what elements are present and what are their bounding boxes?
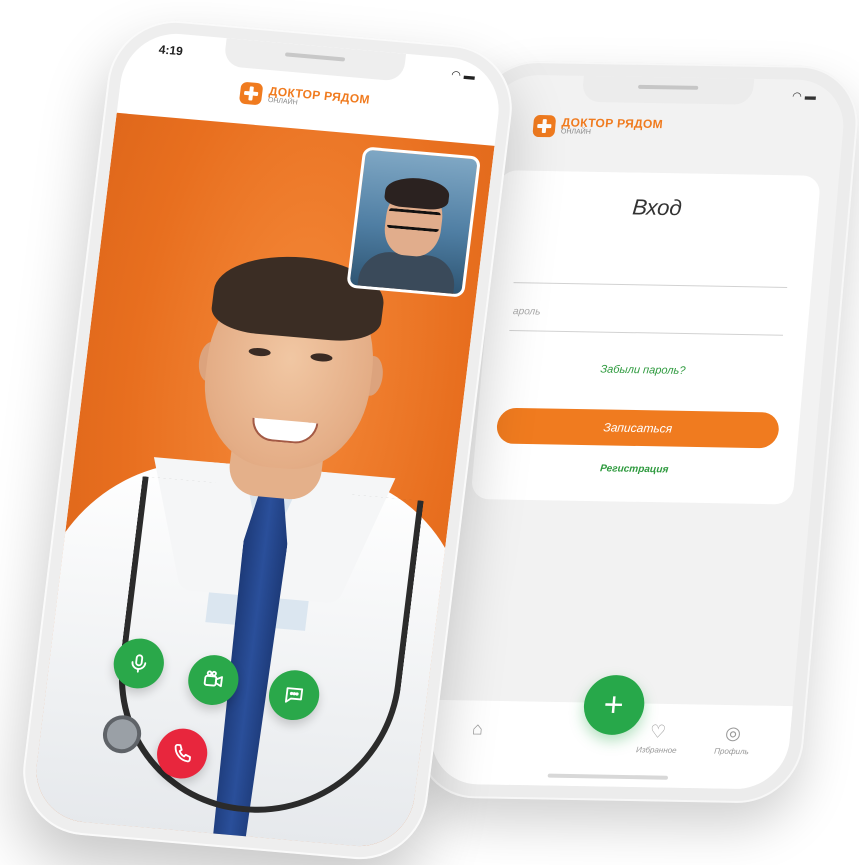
register-link[interactable]: Регистрация — [473, 461, 796, 478]
home-indicator — [547, 773, 668, 780]
password-field[interactable] — [509, 329, 784, 336]
wifi-icon: ◠ — [450, 68, 462, 82]
app-logo: ДОКТОР РЯДОМ ОНЛАЙН — [532, 114, 664, 139]
mockup-stage: ◠ ▬ ДОКТОР РЯДОМ ОНЛАЙН Вход ароль Забыл… — [0, 0, 859, 865]
battery-icon: ▬ — [463, 70, 476, 83]
profile-icon: ◎ — [724, 722, 742, 744]
home-icon: ⌂ — [471, 718, 484, 739]
notch — [222, 38, 406, 82]
login-field[interactable] — [513, 282, 788, 288]
speaker — [637, 84, 698, 90]
tab-bar: + ⌂ ♡ Избранное ◎ Профиль — [427, 674, 793, 790]
signup-button-label: Записаться — [602, 420, 673, 436]
cross-logo-icon — [238, 81, 263, 106]
tab-profile[interactable]: ◎ Профиль — [696, 722, 769, 756]
speaker — [284, 52, 345, 62]
notch — [581, 75, 754, 105]
status-time: 4:19 — [157, 42, 184, 59]
cross-logo-icon — [532, 114, 557, 138]
heart-icon: ♡ — [648, 721, 667, 742]
tab-home[interactable]: ⌂ — [441, 718, 513, 743]
wifi-icon: ◠ — [791, 90, 803, 103]
status-icons: ◠ ▬ — [450, 68, 475, 83]
phone-icon — [174, 743, 191, 763]
chat-icon — [284, 687, 304, 703]
login-title: Вход — [631, 194, 683, 221]
password-field-placeholder: ароль — [512, 306, 541, 318]
forgot-password-link[interactable]: Забыли пароль? — [482, 361, 805, 379]
microphone-icon — [131, 654, 147, 673]
tab-favorites-label: Избранное — [635, 745, 678, 755]
battery-icon: ▬ — [804, 90, 817, 103]
plus-icon: + — [602, 685, 626, 725]
app-logo: ДОКТОР РЯДОМ ОНЛАЙН — [238, 81, 371, 115]
tab-profile-label: Профиль — [713, 746, 750, 757]
tab-favorites[interactable]: ♡ Избранное — [621, 721, 694, 755]
self-view-video[interactable] — [346, 146, 482, 298]
video-camera-icon — [203, 670, 223, 688]
login-card: Вход ароль Забыли пароль? Записаться Рег… — [470, 170, 822, 505]
signup-button[interactable]: Записаться — [495, 407, 781, 449]
video-call-screen: 4:19 ◠ ▬ ДОКТОР РЯДОМ ОНЛАЙН — [30, 29, 505, 851]
status-icons: ◠ ▬ — [791, 90, 817, 103]
